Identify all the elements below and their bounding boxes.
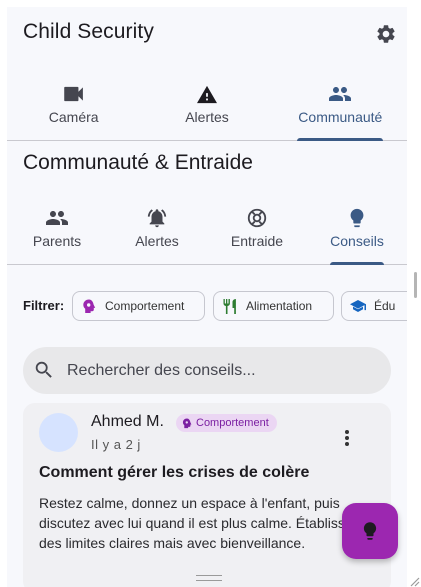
filter-chip-education-label: Édu	[374, 299, 396, 313]
restaurant-icon	[223, 298, 236, 314]
lifebuoy-icon	[247, 208, 267, 228]
lightbulb-icon	[350, 208, 364, 228]
subtab-help[interactable]: Entraide	[207, 191, 307, 264]
subtab-help-label: Entraide	[230, 233, 284, 249]
dot	[345, 442, 349, 446]
videocam-icon	[63, 86, 83, 102]
search-bar[interactable]	[23, 347, 391, 394]
lightbulb-icon	[363, 522, 377, 540]
filter-chip-food-label: Alimentation	[246, 299, 313, 313]
tip-card[interactable]: Ahmed M. Comportement Il y a 2 j Comment…	[23, 403, 391, 587]
search-input[interactable]	[67, 347, 377, 394]
school-icon	[350, 300, 366, 312]
tab-community[interactable]: Communauté	[274, 61, 407, 141]
category-badge: Comportement	[176, 414, 277, 432]
filter-label: Filtrer:	[23, 298, 65, 313]
resize-grip-icon	[410, 577, 420, 587]
subtab-alerts[interactable]: Alertes	[107, 191, 207, 264]
app-title: Child Security	[23, 20, 154, 43]
psychology-icon	[182, 418, 192, 428]
avatar	[39, 413, 78, 452]
gear-icon	[377, 25, 395, 43]
filter-chip-education[interactable]: Édu	[341, 291, 407, 321]
tab-alerts[interactable]: Alertes	[140, 61, 273, 140]
alarm-bell-icon	[147, 209, 167, 228]
filter-chip-behavior[interactable]: Comportement	[72, 291, 205, 321]
active-tab-indicator	[297, 138, 384, 141]
active-subtab-indicator	[330, 262, 384, 265]
side-resize-handle[interactable]	[414, 272, 417, 298]
subtab-tips[interactable]: Conseils	[307, 191, 407, 265]
warning-icon	[196, 85, 217, 104]
people-icon	[46, 211, 68, 225]
app-bar: Child Security	[7, 7, 407, 61]
search-icon	[35, 361, 52, 378]
tab-community-label: Communauté	[298, 109, 383, 125]
post-time: Il y a 2 j	[91, 437, 141, 452]
filter-chip-behavior-label: Comportement	[105, 299, 185, 313]
subtab-alerts-label: Alertes	[135, 233, 179, 249]
post-author: Ahmed M.	[91, 413, 164, 430]
tab-alerts-label: Alertes	[185, 109, 229, 125]
settings-button[interactable]	[373, 21, 399, 47]
post-title: Comment gérer les crises de colère	[39, 464, 310, 481]
corner-resize-handle[interactable]	[408, 574, 420, 587]
subtab-parents[interactable]: Parents	[7, 191, 107, 264]
post-body: Restez calme, donnez un espace à l'enfan…	[39, 495, 360, 551]
add-tip-fab[interactable]	[342, 503, 398, 559]
top-tab-bar: Caméra Alertes Communauté	[7, 61, 407, 141]
filter-chip-food[interactable]: Alimentation	[213, 291, 334, 321]
tab-camera-label: Caméra	[48, 109, 99, 125]
dot	[345, 436, 349, 440]
subtab-parents-label: Parents	[32, 233, 82, 249]
sub-tab-bar: Parents Alertes Entraide Conseils	[7, 191, 407, 265]
app-window: Child Security Caméra Alertes Communauté…	[7, 7, 407, 587]
subtab-tips-label: Conseils	[330, 233, 384, 249]
psychology-icon	[83, 299, 96, 313]
category-badge-label: Comportement	[196, 417, 269, 429]
dot	[345, 430, 349, 434]
more-options-button[interactable]	[339, 427, 355, 449]
bottom-resize-handle[interactable]	[196, 575, 222, 581]
people-icon	[329, 87, 352, 101]
section-title: Communauté & Entraide	[23, 151, 253, 174]
filter-row: Filtrer: Comportement Alimentation Édu	[7, 290, 407, 322]
tab-camera[interactable]: Caméra	[7, 61, 140, 140]
